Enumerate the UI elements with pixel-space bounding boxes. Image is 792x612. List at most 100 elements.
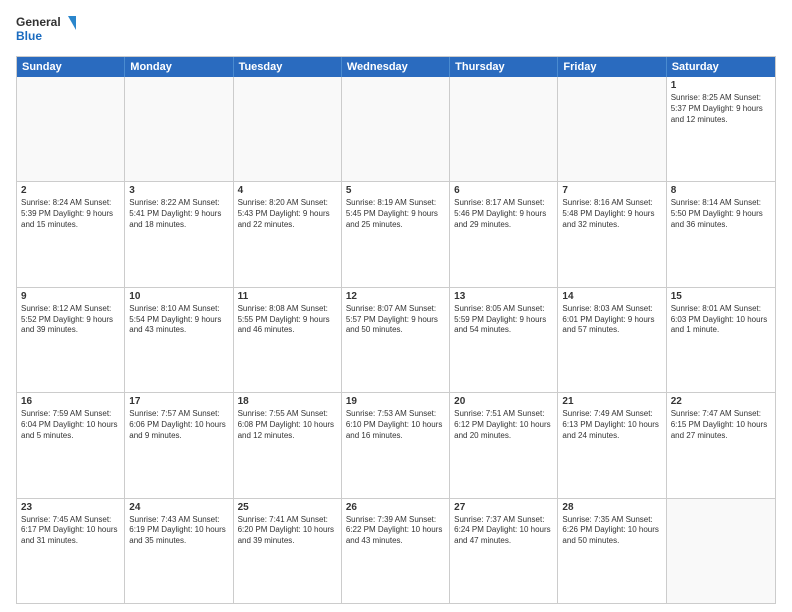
calendar-cell xyxy=(342,77,450,181)
calendar-cell: 8 Sunrise: 8:14 AM Sunset: 5:50 PM Daylig… xyxy=(667,182,775,286)
day-details: Sunrise: 7:59 AM Sunset: 6:04 PM Dayligh… xyxy=(21,409,120,441)
calendar-cell: 1 Sunrise: 8:25 AM Sunset: 5:37 PM Daylig… xyxy=(667,77,775,181)
day-details: Sunrise: 8:24 AM Sunset: 5:39 PM Dayligh… xyxy=(21,198,120,230)
weekday-header-sunday: Sunday xyxy=(17,57,125,77)
day-number: 27 xyxy=(454,502,553,513)
day-details: Sunrise: 8:14 AM Sunset: 5:50 PM Dayligh… xyxy=(671,198,771,230)
day-details: Sunrise: 8:16 AM Sunset: 5:48 PM Dayligh… xyxy=(562,198,661,230)
logo-svg: General Blue xyxy=(16,12,76,50)
calendar-cell: 2 Sunrise: 8:24 AM Sunset: 5:39 PM Daylig… xyxy=(17,182,125,286)
calendar-row-4: 16Sunrise: 7:59 AM Sunset: 6:04 PM Dayli… xyxy=(17,392,775,497)
day-number: 1 xyxy=(671,80,771,91)
day-number: 18 xyxy=(238,396,337,407)
weekday-header-tuesday: Tuesday xyxy=(234,57,342,77)
day-number: 4 xyxy=(238,185,337,196)
calendar-cell: 20 Sunrise: 7:51 AM Sunset: 6:12 PM Dayli… xyxy=(450,393,558,497)
calendar-cell: 5 Sunrise: 8:19 AM Sunset: 5:45 PM Daylig… xyxy=(342,182,450,286)
day-details: Sunrise: 8:08 AM Sunset: 5:55 PM Dayligh… xyxy=(238,304,337,336)
day-number: 3 xyxy=(129,185,228,196)
calendar-cell: 11Sunrise: 8:08 AM Sunset: 5:55 PM Dayli… xyxy=(234,288,342,392)
calendar-row-5: 23Sunrise: 7:45 AM Sunset: 6:17 PM Dayli… xyxy=(17,498,775,603)
calendar: SundayMondayTuesdayWednesdayThursdayFrid… xyxy=(16,56,776,604)
calendar-cell xyxy=(125,77,233,181)
day-number: 12 xyxy=(346,291,445,302)
calendar-cell: 27 Sunrise: 7:37 AM Sunset: 6:24 PM Dayli… xyxy=(450,499,558,603)
day-details: Sunrise: 7:41 AM Sunset: 6:20 PM Dayligh… xyxy=(238,515,337,547)
calendar-header: SundayMondayTuesdayWednesdayThursdayFrid… xyxy=(17,57,775,77)
svg-text:Blue: Blue xyxy=(16,29,42,43)
calendar-cell xyxy=(667,499,775,603)
day-number: 13 xyxy=(454,291,553,302)
day-details: Sunrise: 8:05 AM Sunset: 5:59 PM Dayligh… xyxy=(454,304,553,336)
calendar-row-2: 2 Sunrise: 8:24 AM Sunset: 5:39 PM Daylig… xyxy=(17,181,775,286)
day-number: 17 xyxy=(129,396,228,407)
day-details: Sunrise: 8:03 AM Sunset: 6:01 PM Dayligh… xyxy=(562,304,661,336)
day-details: Sunrise: 8:01 AM Sunset: 6:03 PM Dayligh… xyxy=(671,304,771,336)
calendar-cell: 10 Sunrise: 8:10 AM Sunset: 5:54 PM Dayli… xyxy=(125,288,233,392)
calendar-cell: 21Sunrise: 7:49 AM Sunset: 6:13 PM Dayli… xyxy=(558,393,666,497)
calendar-cell: 9 Sunrise: 8:12 AM Sunset: 5:52 PM Daylig… xyxy=(17,288,125,392)
calendar-cell: 28 Sunrise: 7:35 AM Sunset: 6:26 PM Dayli… xyxy=(558,499,666,603)
calendar-cell: 18 Sunrise: 7:55 AM Sunset: 6:08 PM Dayli… xyxy=(234,393,342,497)
calendar-cell xyxy=(234,77,342,181)
calendar-cell: 22 Sunrise: 7:47 AM Sunset: 6:15 PM Dayli… xyxy=(667,393,775,497)
calendar-cell: 17Sunrise: 7:57 AM Sunset: 6:06 PM Dayli… xyxy=(125,393,233,497)
day-number: 7 xyxy=(562,185,661,196)
day-details: Sunrise: 8:20 AM Sunset: 5:43 PM Dayligh… xyxy=(238,198,337,230)
day-number: 25 xyxy=(238,502,337,513)
day-number: 15 xyxy=(671,291,771,302)
day-details: Sunrise: 8:22 AM Sunset: 5:41 PM Dayligh… xyxy=(129,198,228,230)
day-number: 14 xyxy=(562,291,661,302)
day-details: Sunrise: 7:37 AM Sunset: 6:24 PM Dayligh… xyxy=(454,515,553,547)
calendar-page: General Blue SundayMondayTuesdayWednesda… xyxy=(0,0,792,612)
day-number: 28 xyxy=(562,502,661,513)
calendar-cell: 24Sunrise: 7:43 AM Sunset: 6:19 PM Dayli… xyxy=(125,499,233,603)
day-details: Sunrise: 8:07 AM Sunset: 5:57 PM Dayligh… xyxy=(346,304,445,336)
calendar-row-3: 9 Sunrise: 8:12 AM Sunset: 5:52 PM Daylig… xyxy=(17,287,775,392)
calendar-cell: 25 Sunrise: 7:41 AM Sunset: 6:20 PM Dayli… xyxy=(234,499,342,603)
day-number: 6 xyxy=(454,185,553,196)
weekday-header-monday: Monday xyxy=(125,57,233,77)
logo: General Blue xyxy=(16,12,76,50)
day-details: Sunrise: 8:25 AM Sunset: 5:37 PM Dayligh… xyxy=(671,93,771,125)
calendar-cell xyxy=(558,77,666,181)
day-number: 26 xyxy=(346,502,445,513)
calendar-cell: 26 Sunrise: 7:39 AM Sunset: 6:22 PM Dayli… xyxy=(342,499,450,603)
day-details: Sunrise: 7:35 AM Sunset: 6:26 PM Dayligh… xyxy=(562,515,661,547)
calendar-row-1: 1 Sunrise: 8:25 AM Sunset: 5:37 PM Daylig… xyxy=(17,77,775,181)
day-details: Sunrise: 7:51 AM Sunset: 6:12 PM Dayligh… xyxy=(454,409,553,441)
day-number: 10 xyxy=(129,291,228,302)
weekday-header-friday: Friday xyxy=(558,57,666,77)
svg-text:General: General xyxy=(16,15,61,29)
calendar-cell: 4 Sunrise: 8:20 AM Sunset: 5:43 PM Daylig… xyxy=(234,182,342,286)
day-number: 8 xyxy=(671,185,771,196)
day-number: 2 xyxy=(21,185,120,196)
day-details: Sunrise: 7:53 AM Sunset: 6:10 PM Dayligh… xyxy=(346,409,445,441)
day-number: 21 xyxy=(562,396,661,407)
day-details: Sunrise: 8:19 AM Sunset: 5:45 PM Dayligh… xyxy=(346,198,445,230)
day-details: Sunrise: 7:39 AM Sunset: 6:22 PM Dayligh… xyxy=(346,515,445,547)
day-number: 5 xyxy=(346,185,445,196)
day-details: Sunrise: 8:10 AM Sunset: 5:54 PM Dayligh… xyxy=(129,304,228,336)
header: General Blue xyxy=(16,12,776,50)
calendar-cell: 13 Sunrise: 8:05 AM Sunset: 5:59 PM Dayli… xyxy=(450,288,558,392)
day-details: Sunrise: 7:43 AM Sunset: 6:19 PM Dayligh… xyxy=(129,515,228,547)
day-number: 9 xyxy=(21,291,120,302)
day-number: 20 xyxy=(454,396,553,407)
day-details: Sunrise: 8:12 AM Sunset: 5:52 PM Dayligh… xyxy=(21,304,120,336)
day-details: Sunrise: 8:17 AM Sunset: 5:46 PM Dayligh… xyxy=(454,198,553,230)
calendar-body: 1 Sunrise: 8:25 AM Sunset: 5:37 PM Daylig… xyxy=(17,77,775,603)
weekday-header-thursday: Thursday xyxy=(450,57,558,77)
calendar-cell: 23Sunrise: 7:45 AM Sunset: 6:17 PM Dayli… xyxy=(17,499,125,603)
day-details: Sunrise: 7:47 AM Sunset: 6:15 PM Dayligh… xyxy=(671,409,771,441)
calendar-cell: 3 Sunrise: 8:22 AM Sunset: 5:41 PM Daylig… xyxy=(125,182,233,286)
calendar-cell: 19Sunrise: 7:53 AM Sunset: 6:10 PM Dayli… xyxy=(342,393,450,497)
calendar-cell: 15 Sunrise: 8:01 AM Sunset: 6:03 PM Dayli… xyxy=(667,288,775,392)
day-number: 23 xyxy=(21,502,120,513)
day-number: 22 xyxy=(671,396,771,407)
calendar-cell: 16Sunrise: 7:59 AM Sunset: 6:04 PM Dayli… xyxy=(17,393,125,497)
calendar-cell xyxy=(450,77,558,181)
weekday-header-saturday: Saturday xyxy=(667,57,775,77)
calendar-cell: 7 Sunrise: 8:16 AM Sunset: 5:48 PM Daylig… xyxy=(558,182,666,286)
day-details: Sunrise: 7:55 AM Sunset: 6:08 PM Dayligh… xyxy=(238,409,337,441)
